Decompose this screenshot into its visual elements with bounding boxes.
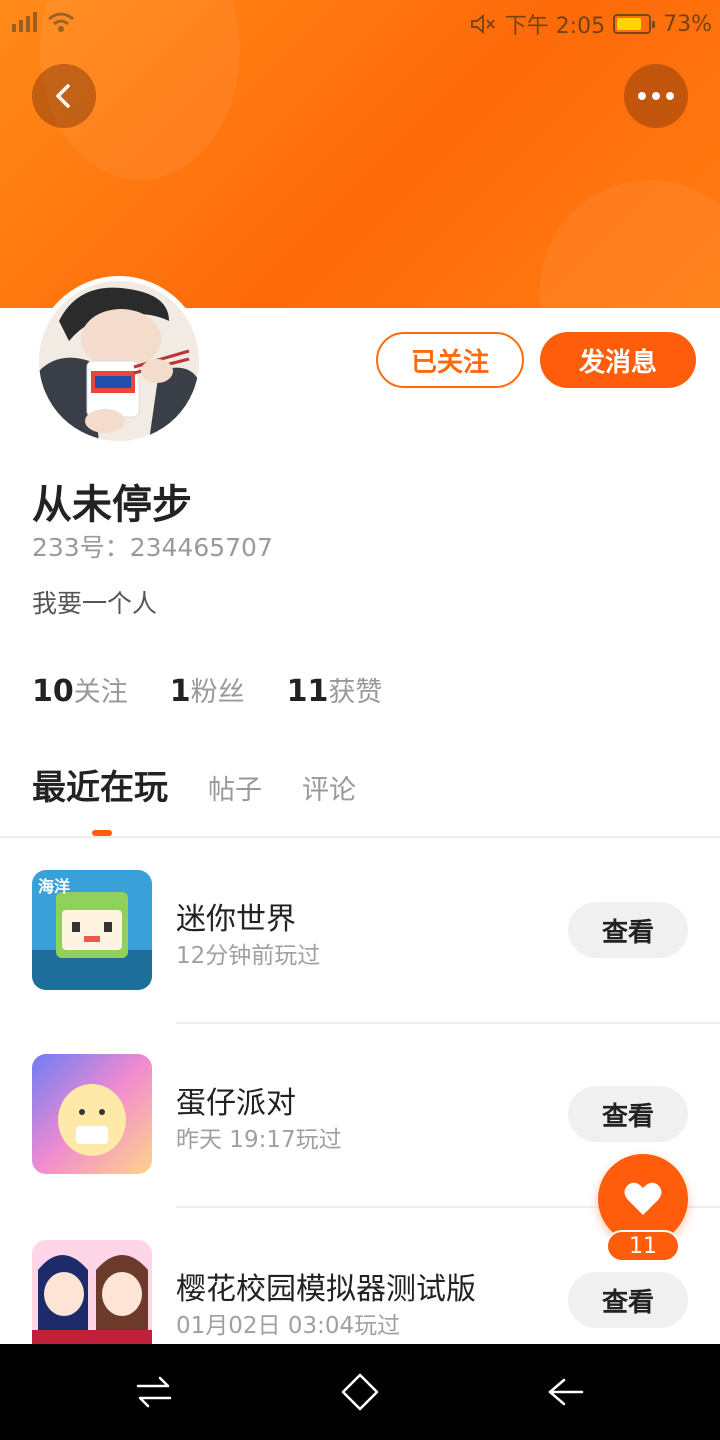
send-message-button[interactable]: 发消息	[540, 332, 696, 388]
heart-icon	[624, 1182, 662, 1215]
more-horizontal-icon	[638, 92, 674, 100]
stat-followers-label: 粉丝	[190, 677, 245, 708]
list-item[interactable]: 海洋 迷你世界 12分钟前玩过 查看	[0, 870, 720, 1054]
status-bar: 下午 2:05 73%	[0, 0, 720, 48]
avatar[interactable]	[34, 276, 204, 446]
battery-icon	[613, 14, 656, 34]
signal-group	[10, 10, 76, 34]
game-name: 樱花校园模拟器测试版	[176, 1272, 476, 1307]
tab-divider	[0, 836, 720, 838]
stat-likes-label: 获赞	[328, 677, 383, 708]
clock: 下午 2:05	[504, 14, 606, 39]
game-last-played: 昨天 19:17玩过	[176, 1127, 342, 1153]
back-nav-icon[interactable]	[546, 1372, 586, 1412]
battery-percent: 73%	[663, 11, 712, 37]
view-button[interactable]: 查看	[568, 902, 688, 958]
mute-icon	[470, 13, 495, 35]
back-button[interactable]	[32, 64, 96, 128]
tab-comments[interactable]: 评论	[302, 768, 356, 807]
profile-stats: 10关注 1粉丝 11获赞	[32, 670, 382, 709]
like-count-badge: 11	[606, 1230, 680, 1262]
followed-button[interactable]: 已关注	[376, 332, 524, 388]
stat-following[interactable]: 10关注	[32, 670, 128, 709]
profile-tabs: 最近在玩 帖子 评论	[32, 760, 356, 809]
game-last-played: 12分钟前玩过	[176, 943, 321, 969]
user-bio: 我要一个人	[32, 589, 158, 618]
view-button[interactable]: 查看	[568, 1086, 688, 1142]
stat-likes-value: 11	[286, 674, 329, 709]
game-icon-eggy-party	[32, 1054, 152, 1174]
game-name: 蛋仔派对	[176, 1086, 296, 1121]
more-options-button[interactable]	[624, 64, 688, 128]
system-nav-bar	[0, 1344, 720, 1440]
stat-likes[interactable]: 11获赞	[287, 670, 383, 709]
wifi-icon	[48, 12, 74, 32]
game-icon-sakura-school	[32, 1240, 152, 1344]
avatar-image	[39, 281, 199, 441]
recent-apps-icon[interactable]	[134, 1372, 174, 1412]
stat-followers-value: 1	[169, 674, 191, 709]
list-divider	[176, 1022, 720, 1024]
chevron-left-icon	[56, 84, 70, 108]
game-name: 迷你世界	[176, 902, 296, 937]
game-last-played: 01月02日 03:04玩过	[176, 1313, 401, 1339]
username: 从未停步	[32, 482, 192, 528]
cell-signal-icon	[12, 12, 37, 32]
user-id: 233号：234465707	[32, 533, 273, 562]
tab-recently-played[interactable]: 最近在玩	[32, 760, 168, 809]
stat-following-label: 关注	[73, 677, 128, 708]
stat-followers[interactable]: 1粉丝	[170, 670, 245, 709]
stat-following-value: 10	[32, 674, 74, 709]
game-icon-mini-world: 海洋	[32, 870, 152, 990]
status-right: 下午 2:05 73%	[469, 8, 712, 40]
tab-posts[interactable]: 帖子	[208, 768, 262, 807]
view-button[interactable]: 查看	[568, 1272, 688, 1328]
banner-decoration	[540, 180, 720, 308]
svg-text:海洋: 海洋	[38, 877, 70, 896]
home-icon[interactable]	[340, 1372, 380, 1412]
